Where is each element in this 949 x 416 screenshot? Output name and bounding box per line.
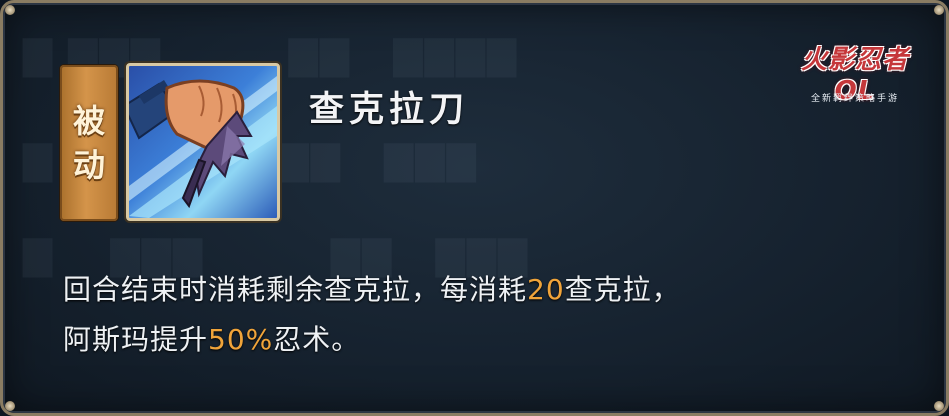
passive-skill-tag: 被 动 <box>60 65 118 221</box>
passive-tag-char-1: 被 <box>72 102 105 140</box>
skill-tooltip-panel: ▇ ▇▇▇ ▇▇ ▇▇▇▇ ▇ ▇▇ ▇▇▇ ▇ ▇▇▇ ▇▇ ▇▇▇ 被 动 … <box>0 0 949 416</box>
description-text: 忍术。 <box>273 323 361 356</box>
skill-description: 回合结束时消耗剩余查克拉，每消耗20查克拉， 阿斯玛提升50%忍术。 <box>63 265 903 365</box>
frame-corner-bottom-right <box>934 401 944 411</box>
chakra-cost-value: 20 <box>527 273 565 306</box>
description-text: 阿斯玛提升 <box>63 323 209 356</box>
skill-icon-art <box>129 76 277 218</box>
description-text: 查克拉， <box>564 273 681 306</box>
passive-tag-char-2: 动 <box>72 146 105 184</box>
chakra-blade-fist-icon <box>126 63 280 221</box>
frame-corner-top-left <box>5 5 15 15</box>
description-text: 回合结束时消耗剩余查克拉，每消耗 <box>63 273 528 306</box>
frame-corner-bottom-left <box>5 401 15 411</box>
description-line-2: 阿斯玛提升50%忍术。 <box>63 315 903 365</box>
ninjutsu-boost-value: 50% <box>208 323 274 356</box>
frame-corner-top-right <box>934 5 944 15</box>
description-line-1: 回合结束时消耗剩余查克拉，每消耗20查克拉， <box>63 265 903 315</box>
skill-name: 查克拉刀 <box>309 90 470 130</box>
game-logo-subtitle: 全新羁绊策略手游 <box>810 94 899 104</box>
game-logo: 火影忍者OL 全新羁绊策略手游 <box>789 37 921 109</box>
